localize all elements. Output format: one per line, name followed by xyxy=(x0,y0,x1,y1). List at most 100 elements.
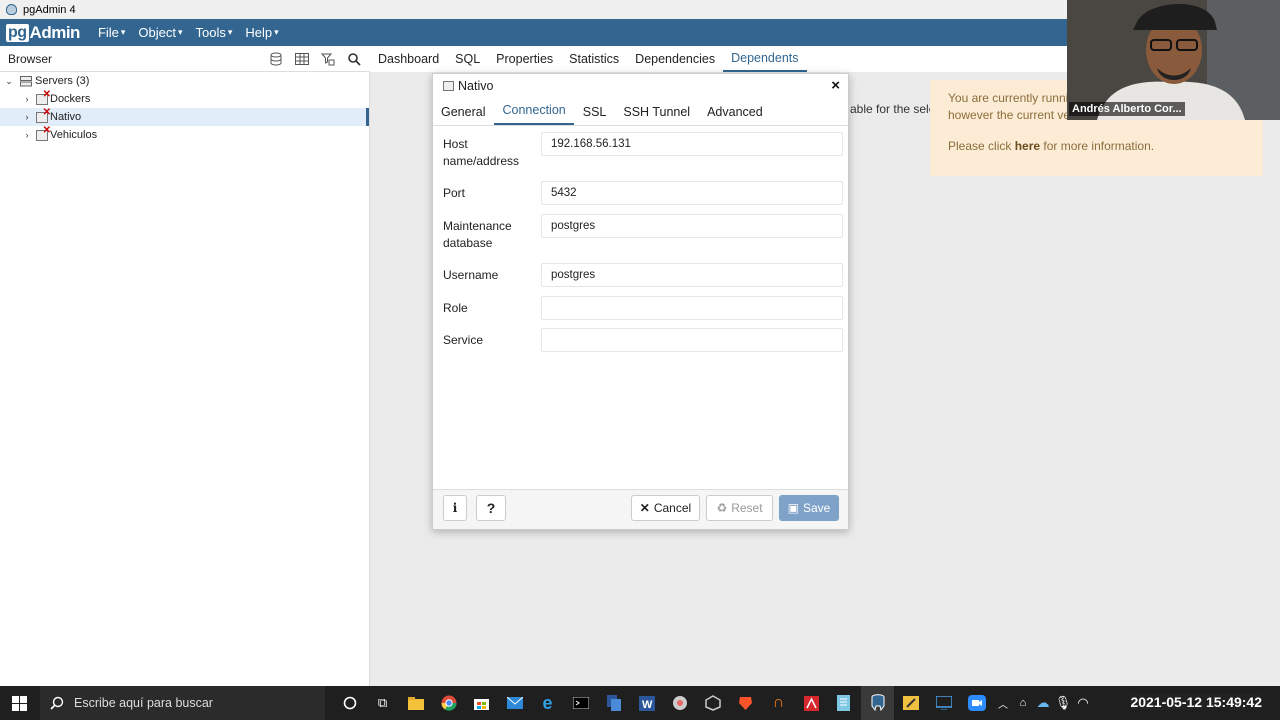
logo-admin: Admin xyxy=(29,22,81,42)
pgadmin-taskbar-icon[interactable] xyxy=(861,686,894,720)
server-disconnected-icon: ✕ xyxy=(36,125,51,141)
help-button[interactable]: ? xyxy=(476,495,506,521)
username-row: Username postgres xyxy=(433,263,848,296)
menu-help[interactable]: Help ▾ xyxy=(245,25,278,40)
network-icon[interactable]: ⌂ xyxy=(1013,686,1033,720)
cancel-button[interactable]: ✕ Cancel xyxy=(631,495,700,521)
microphone-icon[interactable]: 🎙 xyxy=(1053,686,1073,720)
app-icon[interactable] xyxy=(597,686,630,720)
info-button[interactable]: i xyxy=(443,495,467,521)
dialog-tab-advanced[interactable]: Advanced xyxy=(699,105,771,125)
menu-object[interactable]: Object ▾ xyxy=(138,25,182,40)
alert-here-link[interactable]: here xyxy=(1015,139,1040,153)
brave-icon[interactable] xyxy=(729,686,762,720)
dialog-tabs: General Connection SSL SSH Tunnel Advanc… xyxy=(433,98,848,126)
dialog-tab-ssh-tunnel[interactable]: SSH Tunnel xyxy=(615,105,698,125)
tree-item-label: Nativo xyxy=(50,111,82,123)
app-icon[interactable] xyxy=(663,686,696,720)
menu-tools[interactable]: Tools ▾ xyxy=(196,25,233,40)
tree-item-servers[interactable]: ⌄ Servers (3) xyxy=(0,72,369,90)
username-input[interactable]: postgres xyxy=(541,263,843,287)
chevron-down-icon: ▾ xyxy=(227,27,233,37)
virtualbox-icon[interactable] xyxy=(696,686,729,720)
taskbar-search-placeholder: Escribe aquí para buscar xyxy=(74,696,213,710)
chevron-right-icon[interactable]: › xyxy=(22,94,32,104)
word-icon[interactable]: W xyxy=(630,686,663,720)
tree-item-dockers[interactable]: › ✕ Dockers xyxy=(0,89,369,108)
tab-dependencies[interactable]: Dependencies xyxy=(627,46,723,72)
reset-button[interactable]: ♻ Reset xyxy=(706,495,773,521)
table-icon[interactable] xyxy=(292,50,312,68)
alert-click-suffix: for more information. xyxy=(1040,139,1155,153)
terminal-icon[interactable] xyxy=(564,686,597,720)
host-input[interactable]: 192.168.56.131 xyxy=(541,132,843,156)
maintenance-db-label: Maintenance database xyxy=(443,214,541,252)
editor-icon[interactable] xyxy=(894,686,927,720)
browser-toolbar xyxy=(266,50,364,68)
tree-item-nativo[interactable]: › ✕ Nativo xyxy=(0,107,369,126)
database-icon[interactable] xyxy=(266,50,286,68)
tab-sql[interactable]: SQL xyxy=(447,46,488,72)
dialog-titlebar[interactable]: Nativo × xyxy=(433,74,848,98)
server-dialog: Nativo × General Connection SSL SSH Tunn… xyxy=(432,73,849,530)
dialog-tab-connection[interactable]: Connection xyxy=(494,103,574,125)
windows-taskbar: Escribe aquí para buscar ⧉ e W ∩ ︿ ⌂ ☁ 🎙… xyxy=(0,686,1280,720)
dialog-tab-ssl[interactable]: SSL xyxy=(575,105,615,125)
info-icon: i xyxy=(452,501,458,515)
tree-item-vehiculos[interactable]: › ✕ Vehiculos xyxy=(0,125,369,144)
remote-desktop-icon[interactable] xyxy=(927,686,960,720)
save-button[interactable]: ▣ Save xyxy=(779,495,839,521)
tab-properties[interactable]: Properties xyxy=(488,46,561,72)
tab-dashboard[interactable]: Dashboard xyxy=(370,46,447,72)
dialog-tab-general[interactable]: General xyxy=(433,105,493,125)
port-input[interactable]: 5432 xyxy=(541,181,843,205)
onedrive-icon[interactable]: ☁ xyxy=(1033,686,1053,720)
cancel-label: Cancel xyxy=(653,501,692,515)
service-label: Service xyxy=(443,333,484,347)
server-disconnected-icon: ✕ xyxy=(36,107,51,123)
file-explorer-icon[interactable] xyxy=(399,686,432,720)
acrobat-icon[interactable] xyxy=(795,686,828,720)
tab-statistics[interactable]: Statistics xyxy=(561,46,627,72)
server-icon xyxy=(443,81,454,91)
mail-icon[interactable] xyxy=(498,686,531,720)
tree-item-label: Vehiculos xyxy=(50,129,98,141)
taskbar-search[interactable]: Escribe aquí para buscar xyxy=(40,686,325,720)
tab-dependents[interactable]: Dependents xyxy=(723,46,807,72)
close-icon[interactable]: × xyxy=(831,77,840,94)
chevron-right-icon[interactable]: › xyxy=(22,130,32,140)
chevron-right-icon[interactable]: › xyxy=(22,112,32,122)
chevron-up-icon[interactable]: ︿ xyxy=(993,686,1013,720)
service-input[interactable] xyxy=(541,328,843,352)
cortana-icon[interactable] xyxy=(333,686,366,720)
host-label-line1: Host xyxy=(443,137,468,151)
pgadmin-logo: pg Admin xyxy=(6,23,80,43)
service-row: Service xyxy=(433,328,848,360)
port-row: Port 5432 xyxy=(433,181,848,214)
webcam-overlay: Andrés Alberto Cor... xyxy=(1067,0,1280,120)
chevron-down-icon: ▾ xyxy=(274,27,279,37)
menu-help-label: Help xyxy=(245,25,273,40)
zoom-icon[interactable] xyxy=(960,686,993,720)
menu-file[interactable]: File ▾ xyxy=(98,25,125,40)
browser-title: Browser xyxy=(8,51,53,66)
role-input[interactable] xyxy=(541,296,843,320)
menu-object-label: Object xyxy=(138,25,176,40)
connection-form: Host name/address 192.168.56.131 Port 543… xyxy=(433,126,848,360)
logo-pg: pg xyxy=(6,23,29,42)
panel-message: able for the sele xyxy=(850,102,936,116)
app-icon[interactable]: ∩ xyxy=(762,686,795,720)
notepad-icon[interactable] xyxy=(828,686,861,720)
chrome-icon[interactable] xyxy=(432,686,465,720)
maintenance-db-input[interactable]: postgres xyxy=(541,214,843,238)
filter-table-icon[interactable] xyxy=(318,50,338,68)
wifi-icon[interactable]: ◠ xyxy=(1073,686,1093,720)
task-view-icon[interactable]: ⧉ xyxy=(366,686,399,720)
save-label: Save xyxy=(802,501,831,515)
store-icon[interactable] xyxy=(465,686,498,720)
windows-start-icon[interactable] xyxy=(0,686,38,720)
chevron-down-icon[interactable]: ⌄ xyxy=(4,76,14,87)
host-row: Host name/address 192.168.56.131 xyxy=(433,132,848,181)
edge-icon[interactable]: e xyxy=(531,686,564,720)
search-icon[interactable] xyxy=(344,50,364,68)
